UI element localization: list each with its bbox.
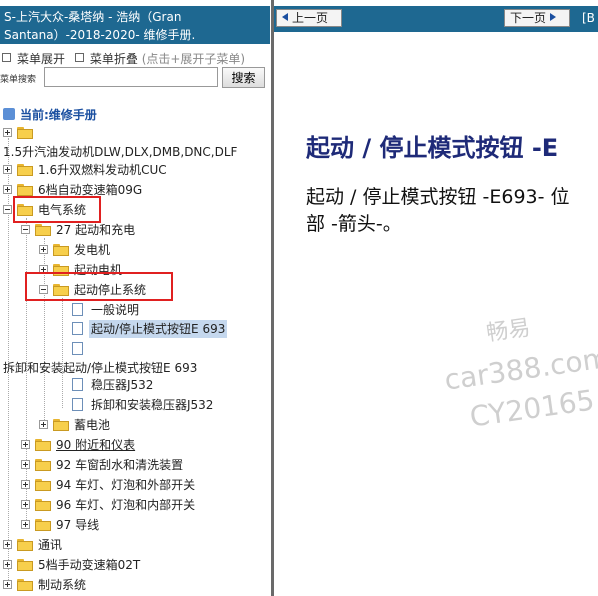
collapse-icon	[74, 53, 84, 62]
tree-guide-line	[62, 298, 63, 408]
tree-item-label[interactable]: 一般说明	[91, 301, 139, 319]
folder-icon	[17, 164, 33, 176]
collapse-toggle-icon[interactable]	[21, 225, 30, 234]
tree-item-label[interactable]: 通讯	[38, 536, 62, 554]
tree-item-label-selected[interactable]: 起动/停止模式按钮E 693	[89, 320, 228, 338]
expand-toggle-icon[interactable]	[39, 245, 48, 254]
manual-book-icon	[3, 108, 15, 120]
watermark: 畅易 car388.com CY20165	[427, 298, 598, 441]
expand-toggle-icon[interactable]	[3, 540, 12, 549]
tree-item-label[interactable]: 稳压器J532	[91, 376, 153, 394]
tree-item-label[interactable]: 94 车灯、灯泡和外部开关	[56, 476, 195, 494]
folder-icon	[17, 559, 33, 571]
tree-item-label[interactable]: 96 车灯、灯泡和内部开关	[56, 496, 195, 514]
nav-extra-link[interactable]: [B	[582, 11, 595, 25]
folder-icon	[35, 499, 51, 511]
expand-toggle-icon[interactable]	[3, 128, 12, 137]
search-button[interactable]: 搜索	[222, 67, 265, 88]
page-icon	[72, 342, 83, 355]
tree-item-label[interactable]: 92 车窗刮水和清洗装置	[56, 456, 183, 474]
current-location-label[interactable]: 当前:维修手册	[20, 106, 97, 123]
folder-icon	[17, 184, 33, 196]
page-nav-bar: 上一页 下一页 [B	[274, 6, 598, 32]
highlight-box-start-stop	[25, 272, 173, 301]
folder-icon	[35, 479, 51, 491]
folder-icon	[17, 127, 33, 139]
collapse-hint: (点击+展开子菜单)	[141, 52, 246, 66]
highlight-box-electrical	[13, 196, 101, 223]
content-pane: 上一页 下一页 [B 起动 / 停止模式按钮 -E 起动 / 停止模式按钮 -E…	[274, 0, 598, 596]
document-body-line-1: 起动 / 停止模式按钮 -E693- 位	[306, 186, 570, 208]
tree-item-label[interactable]: 制动系统	[38, 576, 86, 594]
collapse-toggle-icon[interactable]	[3, 205, 12, 214]
page-icon	[72, 398, 83, 411]
prev-page-button[interactable]: 上一页	[276, 9, 342, 27]
tree-item-label[interactable]: 1.5升汽油发动机DLW,DLX,DMB,DNC,DLF	[3, 143, 237, 161]
tree-item-label[interactable]: 拆卸和安装稳压器J532	[91, 396, 213, 414]
folder-icon	[17, 539, 33, 551]
folder-icon	[35, 519, 51, 531]
prev-page-label: 上一页	[292, 11, 329, 25]
document-body: 起动 / 停止模式按钮 -E693- 位 部 -箭头-。	[306, 184, 598, 238]
tree-item-label[interactable]: 蓄电池	[74, 416, 110, 434]
expand-toggle-icon[interactable]	[21, 500, 30, 509]
expand-toggle-icon[interactable]	[21, 460, 30, 469]
expand-toggle-icon[interactable]	[3, 560, 12, 569]
expand-toggle-icon[interactable]	[21, 440, 30, 449]
expand-icon	[2, 53, 11, 62]
menu-controls: 菜单展开 菜单折叠 (点击+展开子菜单)	[2, 50, 245, 66]
open-folder-icon	[35, 224, 51, 236]
expand-toggle-icon[interactable]	[21, 520, 30, 529]
tree-item-label[interactable]: 1.6升双燃料发动机CUC	[38, 161, 167, 179]
menu-collapse-link[interactable]: 菜单折叠	[90, 52, 138, 66]
search-input[interactable]	[44, 67, 218, 87]
page-icon	[72, 378, 83, 391]
folder-icon	[35, 459, 51, 471]
search-label: 菜单搜索	[0, 75, 37, 85]
tree-item-label[interactable]: 90 附近和仪表	[56, 436, 135, 454]
tree-item-label[interactable]: 97 导线	[56, 516, 99, 534]
expand-toggle-icon[interactable]	[39, 420, 48, 429]
tree-item-label[interactable]: 5档手动变速箱02T	[38, 556, 140, 574]
folder-icon	[53, 244, 69, 256]
document-title: 起动 / 停止模式按钮 -E	[306, 134, 559, 162]
title-line-1: S-上汽大众-桑塔纳 - 浩纳（Gran	[4, 10, 182, 24]
expand-toggle-icon[interactable]	[3, 165, 12, 174]
expand-toggle-icon[interactable]	[21, 480, 30, 489]
folder-icon	[53, 419, 69, 431]
arrow-left-icon	[282, 13, 288, 21]
left-pane: S-上汽大众-桑塔纳 - 浩纳（Gran Santana）-2018-2020-…	[0, 0, 270, 596]
expand-toggle-icon[interactable]	[3, 580, 12, 589]
tree-item-label[interactable]: 27 起动和充电	[56, 221, 135, 239]
arrow-right-icon	[550, 13, 557, 21]
next-page-button[interactable]: 下一页	[504, 9, 570, 27]
search-row: 菜单搜索 搜索	[0, 67, 270, 89]
tree-item-label[interactable]: 发电机	[74, 241, 110, 259]
folder-icon	[35, 439, 51, 451]
menu-expand-link[interactable]: 菜单展开	[17, 52, 65, 66]
tree-item-label[interactable]: 拆卸和安装起动/停止模式按钮E 693	[3, 359, 197, 377]
page-icon	[72, 322, 83, 335]
page-icon	[72, 303, 83, 316]
folder-icon	[17, 579, 33, 591]
next-page-label: 下一页	[510, 11, 547, 25]
title-line-2: Santana）-2018-2020- 维修手册.	[4, 28, 196, 42]
expand-toggle-icon[interactable]	[3, 185, 12, 194]
manual-title-bar: S-上汽大众-桑塔纳 - 浩纳（Gran Santana）-2018-2020-…	[0, 6, 270, 44]
document-body-line-2: 部 -箭头-。	[306, 213, 402, 235]
